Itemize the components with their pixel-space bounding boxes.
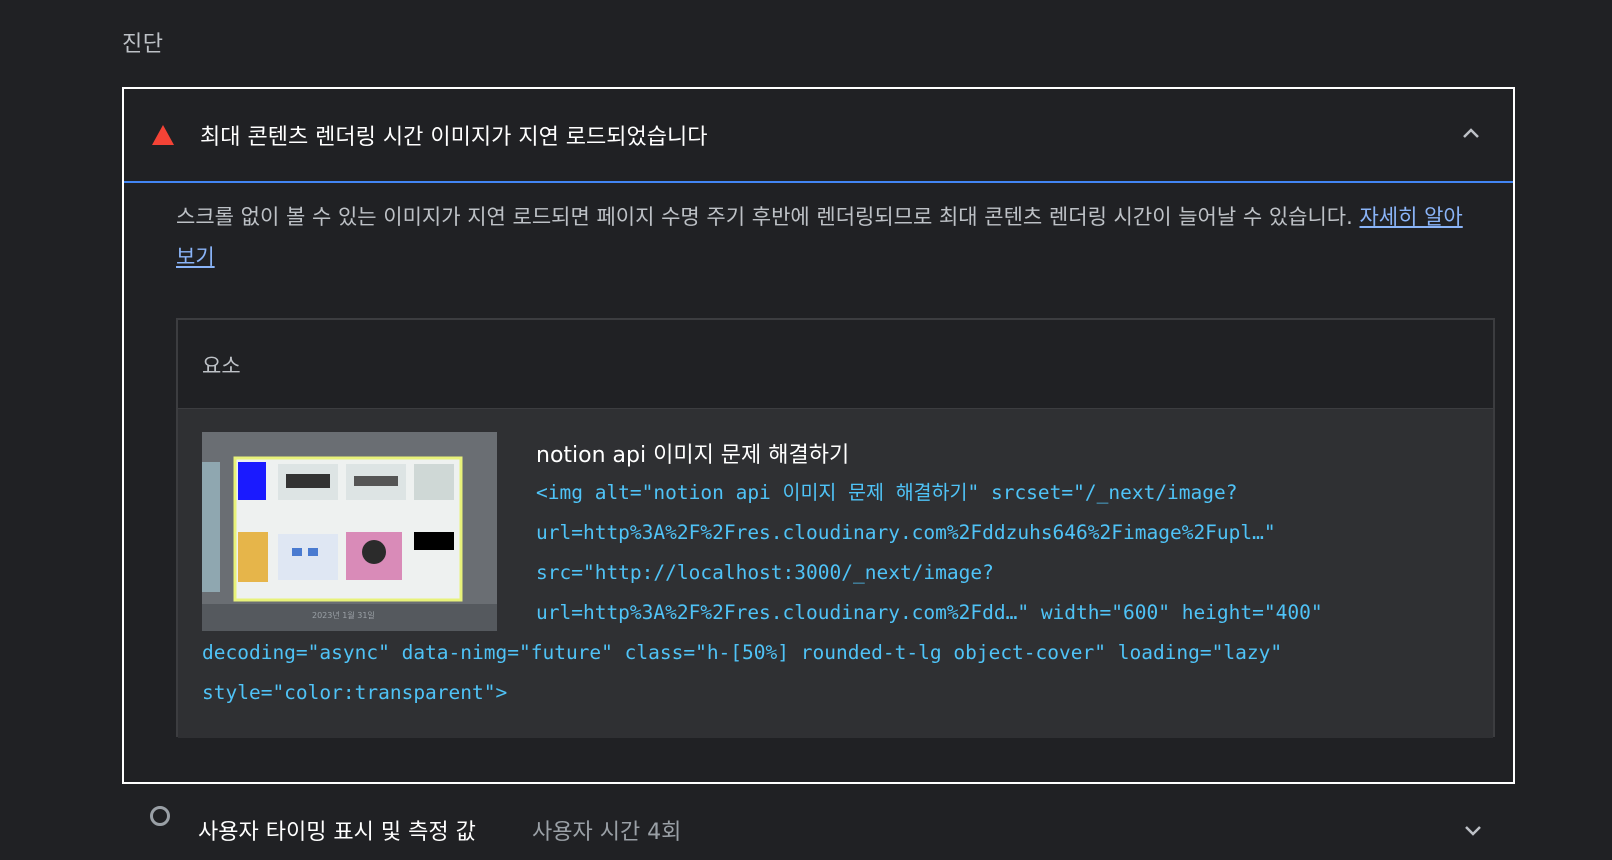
chevron-up-icon[interactable] bbox=[1459, 121, 1483, 145]
audit-description-text: 스크롤 없이 볼 수 있는 이미지가 지연 로드되면 페이지 수명 주기 후반에… bbox=[176, 205, 1360, 229]
next-audit-title: 사용자 타이밍 표시 및 측정 값 bbox=[198, 820, 476, 845]
audit-title: 최대 콘텐츠 렌더링 시간 이미지가 지연 로드되었습니다 bbox=[200, 125, 708, 150]
snippet-line: <img alt="notion api 이미지 문제 해결하기" srcset… bbox=[536, 481, 1238, 504]
info-circle-icon bbox=[150, 806, 170, 826]
snippet-line: url=http%3A%2F%2Fres.cloudinary.com%2Fdd… bbox=[536, 521, 1276, 544]
snippet-line: url=http%3A%2F%2Fres.cloudinary.com%2Fdd… bbox=[536, 601, 1323, 624]
snippet-line: style="color:transparent"> bbox=[202, 681, 508, 704]
audit-header[interactable]: 최대 콘텐츠 렌더링 시간 이미지가 지연 로드되었습니다 bbox=[124, 89, 1513, 183]
audit-description: 스크롤 없이 볼 수 있는 이미지가 지연 로드되면 페이지 수명 주기 후반에… bbox=[176, 197, 1476, 277]
audit-lcp-lazy-loaded: 최대 콘텐츠 렌더링 시간 이미지가 지연 로드되었습니다 스크롤 없이 볼 수… bbox=[122, 87, 1515, 784]
node-snippet[interactable]: <img alt="notion api 이미지 문제 해결하기" srcset… bbox=[202, 473, 1462, 713]
section-title: 진단 bbox=[122, 32, 164, 57]
snippet-line: decoding="async" data-nimg="future" clas… bbox=[202, 641, 1283, 664]
snippet-line: src="http://localhost:3000/_next/image? bbox=[536, 561, 994, 584]
column-header-element: 요소 bbox=[202, 354, 241, 378]
next-audit-value: 사용자 시간 4회 bbox=[532, 820, 682, 845]
details-table: 요소 2023년 1월 31일 notion api 이미지 문제 해결하기 <… bbox=[176, 318, 1495, 738]
chevron-down-icon[interactable] bbox=[1461, 818, 1485, 842]
table-row: 2023년 1월 31일 notion api 이미지 문제 해결하기 <img… bbox=[178, 409, 1493, 738]
node-label: notion api 이미지 문제 해결하기 bbox=[536, 443, 850, 468]
audit-user-timings[interactable]: 사용자 타이밍 표시 및 측정 값 사용자 시간 4회 bbox=[122, 800, 1515, 860]
table-header: 요소 bbox=[178, 320, 1493, 409]
warning-triangle-icon bbox=[152, 125, 174, 145]
